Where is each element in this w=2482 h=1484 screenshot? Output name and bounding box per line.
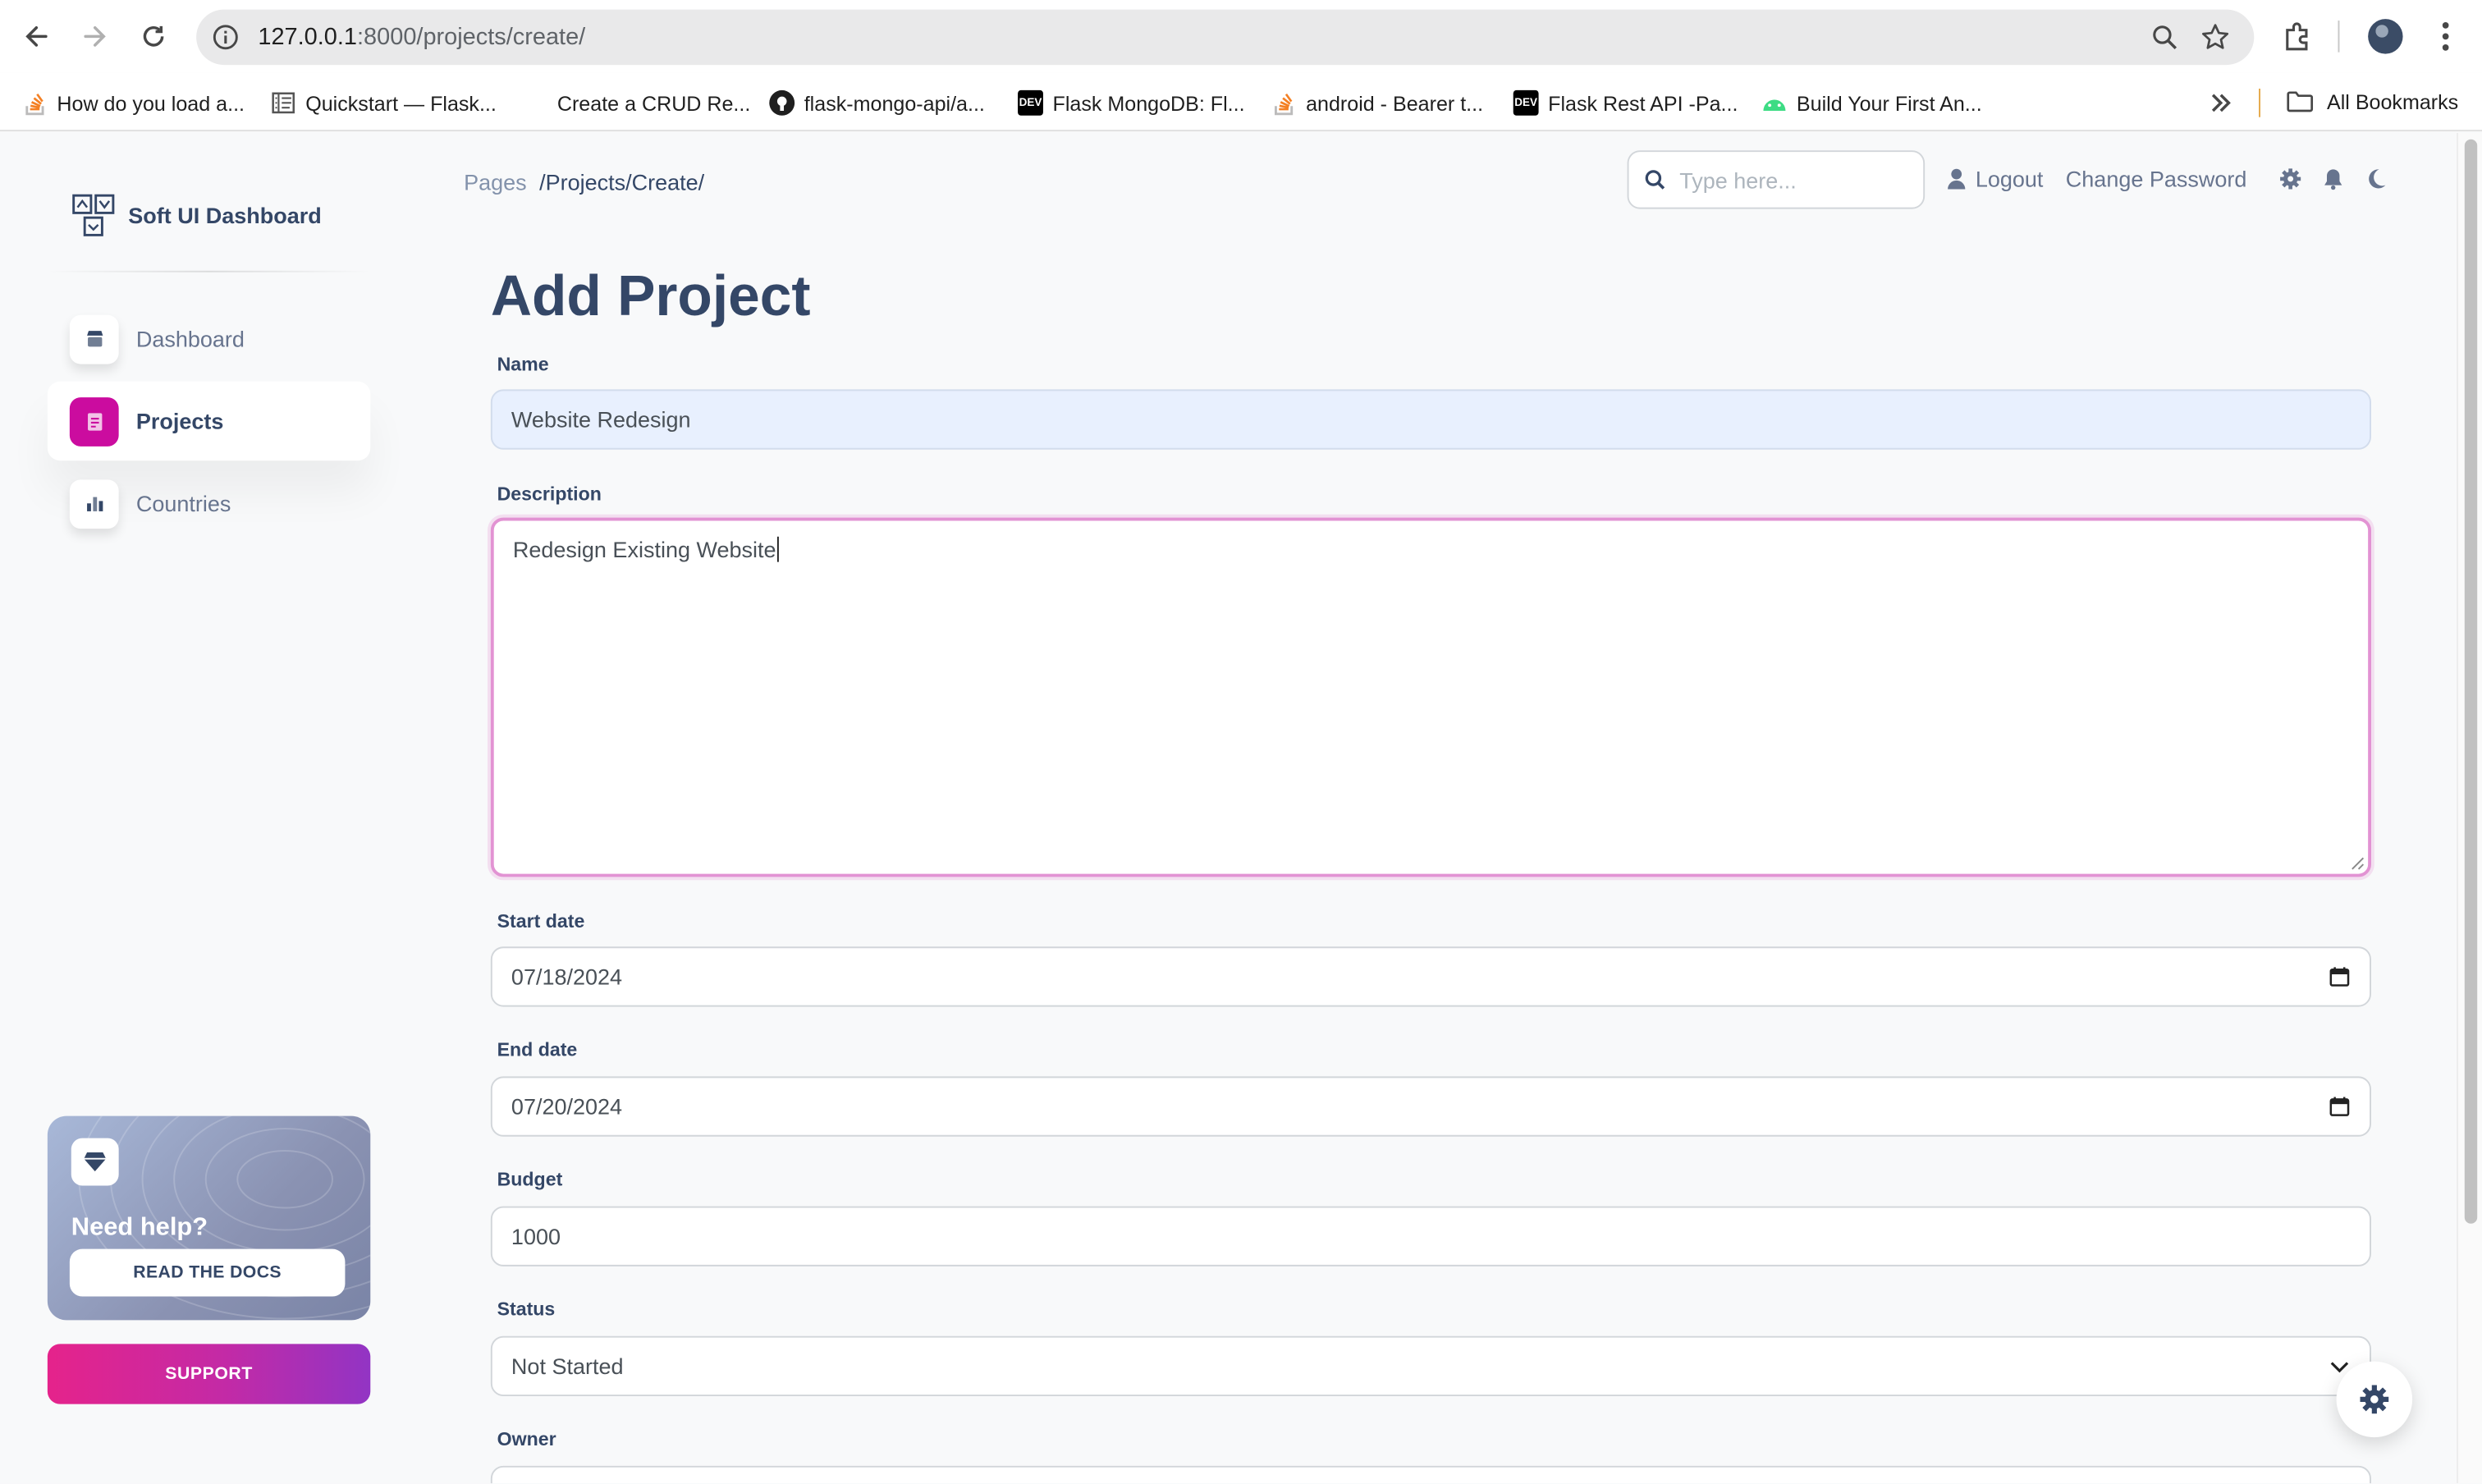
change-password-link[interactable]: Change Password bbox=[2066, 166, 2247, 191]
budget-label: Budget bbox=[497, 1168, 563, 1191]
page-content: Soft UI Dashboard Dashboard Projects Cou… bbox=[0, 132, 2482, 1484]
sidebar-item-label: Projects bbox=[135, 408, 224, 434]
help-title: Need help? bbox=[71, 1214, 208, 1241]
bookmark-star-icon[interactable] bbox=[2200, 22, 2231, 60]
read-the-docs-button[interactable]: READ THE DOCS bbox=[69, 1248, 346, 1297]
sidebar-item-countries[interactable]: Countries bbox=[48, 464, 370, 543]
bookmark-item[interactable]: DEV Flask Rest API -Pa... bbox=[1513, 89, 1738, 117]
user-icon bbox=[1948, 168, 1966, 190]
url-text: 127.0.0.1:8000/projects/create/ bbox=[258, 23, 586, 51]
name-input[interactable]: Website Redesign bbox=[490, 389, 2371, 450]
bookmark-item[interactable]: DEV Flask MongoDB: Fl... bbox=[1018, 89, 1245, 117]
android-icon bbox=[1761, 90, 1787, 116]
more-bookmarks-icon[interactable] bbox=[2208, 89, 2233, 125]
dev-icon: DEV bbox=[1513, 89, 1539, 116]
chart-icon bbox=[69, 479, 119, 529]
document-icon bbox=[69, 396, 119, 446]
settings-icon[interactable] bbox=[2279, 167, 2301, 198]
sidebar-item-dashboard[interactable]: Dashboard bbox=[48, 299, 370, 378]
bookmarks-bar: How do you load a... Quickstart — Flask.… bbox=[0, 72, 2482, 132]
stackoverflow-icon bbox=[1271, 90, 1297, 116]
site-info-icon[interactable] bbox=[212, 24, 239, 58]
breadcrumb-root[interactable]: Pages bbox=[464, 169, 527, 195]
resize-handle-icon[interactable] bbox=[2351, 856, 2365, 870]
sidebar-item-projects[interactable]: Projects bbox=[47, 381, 371, 461]
brand-logo-icon bbox=[72, 194, 115, 236]
search-input[interactable] bbox=[1679, 167, 1902, 193]
owner-select[interactable] bbox=[490, 1465, 2371, 1484]
calendar-icon[interactable] bbox=[2329, 1096, 2351, 1118]
scrollbar-thumb[interactable] bbox=[2464, 139, 2478, 1224]
bookmark-item[interactable]: Build Your First An... bbox=[1761, 89, 1982, 117]
page-scrollbar[interactable] bbox=[2457, 132, 2482, 1484]
sidebar-item-label: Countries bbox=[135, 490, 231, 516]
stackoverflow-icon bbox=[22, 90, 48, 116]
end-date-label: End date bbox=[497, 1038, 578, 1061]
sidebar-divider bbox=[47, 270, 371, 273]
text-caret bbox=[777, 536, 780, 562]
address-bar[interactable]: 127.0.0.1:8000/projects/create/ bbox=[196, 9, 2255, 66]
profile-avatar[interactable] bbox=[2368, 19, 2403, 54]
start-date-label: Start date bbox=[497, 909, 585, 932]
all-bookmarks-button[interactable]: All Bookmarks bbox=[2286, 89, 2458, 114]
description-label: Description bbox=[497, 483, 602, 506]
gear-icon bbox=[2360, 1385, 2389, 1414]
brand[interactable]: Soft UI Dashboard bbox=[71, 193, 322, 237]
calendar-icon[interactable] bbox=[2329, 965, 2351, 987]
toolbar-divider bbox=[2338, 21, 2340, 53]
search-box bbox=[1627, 150, 1926, 209]
github-icon bbox=[769, 89, 795, 116]
extensions-icon[interactable] bbox=[2281, 19, 2315, 62]
page-title: Add Project bbox=[490, 263, 811, 328]
bookmarks-divider bbox=[2259, 88, 2260, 117]
dev-icon: DEV bbox=[1018, 89, 1043, 116]
brand-name: Soft UI Dashboard bbox=[128, 202, 322, 228]
blank-icon bbox=[522, 90, 547, 116]
shop-icon bbox=[69, 314, 119, 364]
status-label: Status bbox=[497, 1298, 556, 1321]
breadcrumb-current: /Projects/Create/ bbox=[539, 169, 705, 195]
diamond-icon bbox=[71, 1138, 119, 1186]
budget-input[interactable]: 1000 bbox=[490, 1206, 2371, 1266]
start-date-input[interactable]: 07/18/2024 bbox=[490, 946, 2371, 1007]
configurator-button[interactable] bbox=[2336, 1361, 2413, 1438]
owner-label: Owner bbox=[497, 1427, 556, 1450]
bookmark-item[interactable]: Quickstart — Flask... bbox=[271, 89, 497, 117]
description-textarea[interactable]: Redesign Existing Website bbox=[490, 517, 2371, 877]
bell-icon[interactable] bbox=[2322, 167, 2344, 198]
dark-mode-icon[interactable] bbox=[2365, 167, 2387, 198]
zoom-icon[interactable] bbox=[2151, 24, 2178, 58]
back-icon[interactable] bbox=[17, 17, 55, 55]
logout-link[interactable]: Logout bbox=[1947, 166, 2043, 191]
breadcrumb: Pages /Projects/Create/ bbox=[464, 169, 704, 195]
bookmark-item[interactable]: Create a CRUD Re... bbox=[522, 89, 750, 117]
search-icon bbox=[1645, 170, 1665, 190]
book-icon bbox=[271, 90, 296, 116]
forward-icon[interactable] bbox=[76, 17, 114, 55]
name-label: Name bbox=[497, 353, 549, 376]
support-button[interactable]: SUPPORT bbox=[47, 1344, 371, 1404]
status-select[interactable]: Not Started bbox=[490, 1335, 2371, 1396]
end-date-input[interactable]: 07/20/2024 bbox=[490, 1076, 2371, 1137]
bookmark-item[interactable]: How do you load a... bbox=[22, 89, 245, 117]
help-card: Need help? READ THE DOCS bbox=[47, 1115, 371, 1321]
reload-icon[interactable] bbox=[135, 17, 172, 55]
browser-toolbar: 127.0.0.1:8000/projects/create/ bbox=[0, 0, 2482, 73]
bookmark-item[interactable]: android - Bearer t... bbox=[1271, 89, 1483, 117]
browser-menu-icon[interactable] bbox=[2431, 19, 2460, 62]
folder-icon bbox=[2287, 91, 2314, 112]
sidebar-item-label: Dashboard bbox=[135, 326, 245, 352]
bookmark-item[interactable]: flask-mongo-api/a... bbox=[769, 89, 985, 117]
